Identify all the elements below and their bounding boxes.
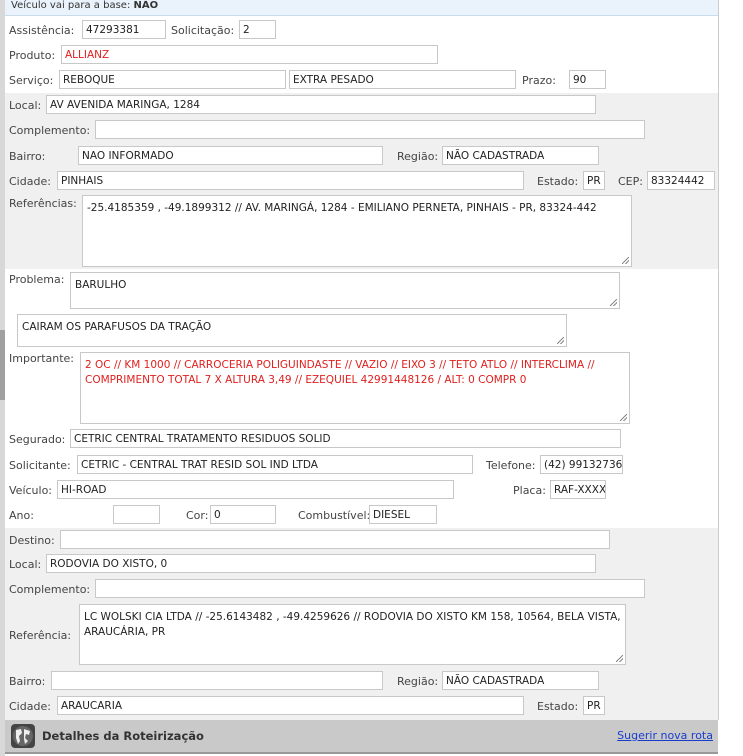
bairro-label: Bairro:	[9, 150, 46, 163]
solicitacao-input[interactable]: 2	[239, 20, 276, 39]
destino-label: Destino:	[9, 534, 55, 547]
globe-icon	[11, 724, 35, 748]
destino-referencia-textarea[interactable]: LC WOLSKI CIA LTDA // -25.6143482 , -49.…	[79, 604, 626, 665]
problema-textarea[interactable]: BARULHO	[70, 272, 620, 309]
cor-label: Cor:	[186, 509, 209, 522]
prazo-label: Prazo:	[522, 74, 556, 87]
segurado-input[interactable]: CETRIC CENTRAL TRATAMENTO RESIDUOS SOLID	[70, 429, 621, 448]
referencias-label: Referências:	[9, 197, 77, 210]
ano-label: Ano:	[9, 509, 34, 522]
base-status-bar: Veículo vai para a base: NÃO	[5, 0, 718, 16]
servico-tipo-input[interactable]: EXTRA PESADO	[289, 70, 516, 89]
regiao-label: Região:	[397, 150, 439, 163]
prazo-input[interactable]: 90	[569, 70, 606, 89]
destino-regiao-input[interactable]: NÃO CADASTRADA	[442, 671, 599, 690]
telefone-label: Telefone:	[486, 459, 536, 472]
destino-complemento-input[interactable]	[95, 579, 645, 598]
destino-referencia-label: Referência:	[9, 629, 72, 642]
sugerir-nova-rota-link[interactable]: Sugerir nova rota	[617, 729, 713, 742]
destino-cidade-input[interactable]: ARAUCARIA	[57, 696, 524, 715]
combustivel-input[interactable]: DIESEL	[369, 505, 437, 524]
destino-local-label: Local:	[9, 558, 42, 571]
importante-textarea[interactable]: 2 OC // KM 1000 // CARROCERIA POLIGUINDA…	[80, 352, 630, 424]
local-label: Local:	[9, 99, 42, 112]
placa-input[interactable]: RAF-XXXX	[550, 480, 606, 499]
solicitante-input[interactable]: CETRIC - CENTRAL TRAT RESID SOL IND LTDA	[77, 455, 473, 474]
destino-local-input[interactable]: RODOVIA DO XISTO, 0	[46, 554, 596, 573]
telefone-input[interactable]: (42) 991327360	[540, 455, 623, 474]
cep-label: CEP:	[618, 175, 643, 188]
importante-label: Importante:	[9, 352, 75, 365]
cidade-label: Cidade:	[9, 175, 51, 188]
segurado-label: Segurado:	[9, 433, 66, 446]
destino-bairro-label: Bairro:	[9, 675, 46, 688]
cor-input[interactable]: 0	[210, 505, 276, 524]
scrollbar-thumb[interactable]	[0, 330, 5, 400]
combustivel-label: Combustível:	[298, 509, 371, 522]
problema-detalhe-textarea[interactable]: CAIRAM OS PARAFUSOS DA TRAÇÃO	[17, 314, 567, 347]
roteirizacao-title: Detalhes da Roteirização	[42, 729, 204, 743]
solicitacao-label: Solicitação:	[171, 24, 235, 37]
cidade-input[interactable]: PINHAIS	[57, 171, 524, 190]
servico-label: Serviço:	[9, 74, 54, 87]
placa-label: Placa:	[513, 484, 546, 497]
destino-regiao-label: Região:	[397, 675, 439, 688]
problema-label: Problema:	[9, 273, 65, 286]
destino-estado-input[interactable]: PR	[583, 696, 605, 715]
cep-input[interactable]: 83324442	[647, 171, 715, 190]
estado-label: Estado:	[537, 175, 579, 188]
estado-input[interactable]: PR	[583, 171, 605, 190]
produto-label: Produto:	[9, 49, 56, 62]
roteirizacao-header: Detalhes da Roteirização Sugerir nova ro…	[5, 720, 718, 754]
base-status-label: Veículo vai para a base:	[11, 0, 131, 11]
right-border	[718, 0, 719, 720]
veiculo-input[interactable]: HI-ROAD	[57, 480, 454, 499]
complemento-input[interactable]	[95, 120, 645, 139]
complemento-label: Complemento:	[9, 124, 91, 137]
assistencia-input[interactable]: 47293381	[82, 20, 166, 39]
servico-input[interactable]: REBOQUE	[59, 70, 286, 89]
local-input[interactable]: AV AVENIDA MARINGA, 1284	[46, 95, 596, 114]
veiculo-label: Veículo:	[9, 484, 53, 497]
destino-input[interactable]	[60, 530, 610, 549]
ano-input[interactable]	[113, 505, 160, 524]
destino-bairro-input[interactable]	[51, 671, 383, 690]
base-status-value: NÃO	[133, 0, 159, 11]
assistencia-label: Assistência:	[9, 24, 75, 37]
produto-input[interactable]: ALLIANZ	[61, 45, 438, 64]
destino-estado-label: Estado:	[537, 700, 579, 713]
solicitante-label: Solicitante:	[9, 459, 71, 472]
referencias-textarea[interactable]: -25.4185359 , -49.1899312 // AV. MARINGÁ…	[82, 195, 632, 267]
destino-complemento-label: Complemento:	[9, 583, 91, 596]
bairro-input[interactable]: NAO INFORMADO	[78, 146, 383, 165]
destino-cidade-label: Cidade:	[9, 700, 51, 713]
regiao-input[interactable]: NÃO CADASTRADA	[442, 146, 599, 165]
